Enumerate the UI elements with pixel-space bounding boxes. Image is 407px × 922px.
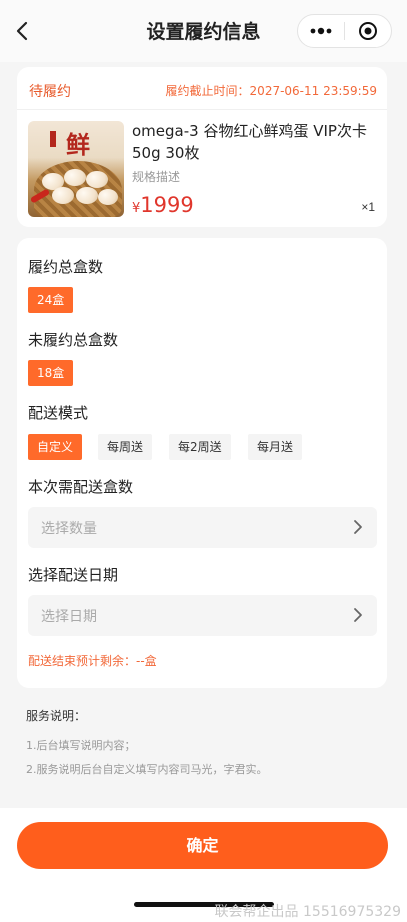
- egg-shape: [64, 169, 86, 186]
- fulfillment-form-card: 履约总盒数 24盒 未履约总盒数 18盒 配送模式 自定义 每周送 每2周送 每…: [17, 238, 387, 688]
- total-boxes-label: 履约总盒数: [28, 258, 104, 276]
- delivery-mode-option-monthly[interactable]: 每月送: [248, 434, 303, 460]
- delivery-mode-option-weekly[interactable]: 每周送: [98, 434, 153, 460]
- navigation-bar: 设置履约信息: [0, 0, 407, 62]
- unfulfilled-boxes-label: 未履约总盒数: [28, 331, 119, 349]
- date-label: 选择配送日期: [28, 566, 119, 584]
- service-title: 服务说明：: [26, 709, 87, 723]
- product-image-text: 鲜: [66, 130, 90, 159]
- product-name: omega-3 谷物红心鲜鸡蛋 VIP次卡 50g 30枚: [132, 122, 367, 162]
- egg-shape: [76, 187, 98, 204]
- seal-stamp: [50, 131, 56, 147]
- remaining-note: 配送结束预计剩余：--盒: [28, 654, 157, 668]
- service-line: 2.服务说明后台自定义填写内容司马光，字君实。: [26, 763, 268, 776]
- more-dots-icon[interactable]: [298, 15, 344, 47]
- quantity-label: 本次需配送盒数: [28, 478, 134, 496]
- product-spec: 规格描述: [132, 170, 181, 184]
- delivery-mode-label: 配送模式: [28, 404, 89, 422]
- unfulfilled-boxes-value: 18盒: [28, 360, 74, 386]
- product-image: 鲜: [28, 121, 124, 217]
- delivery-mode-option-biweekly[interactable]: 每2周送: [169, 434, 231, 460]
- status-badge: 待履约: [29, 84, 71, 100]
- price-value: 1999: [140, 193, 194, 217]
- egg-shape: [52, 187, 74, 204]
- watermark-text: 联会帮企出品 15516975329: [214, 904, 401, 920]
- date-placeholder: 选择日期: [41, 609, 97, 625]
- divider: [17, 109, 387, 110]
- delivery-mode-option-custom[interactable]: 自定义: [28, 434, 83, 460]
- quantity-picker[interactable]: 选择数量: [28, 507, 377, 548]
- deadline-text: 履约截止时间：2027-06-11 23:59:59: [165, 84, 377, 98]
- footer-bar: 确定 联会帮企出品 15516975329: [0, 808, 407, 922]
- quantity-placeholder: 选择数量: [41, 521, 97, 537]
- service-line: 1.后台填写说明内容；: [26, 739, 136, 752]
- order-card: 待履约 履约截止时间：2027-06-11 23:59:59 鲜 omega-3…: [17, 67, 387, 227]
- product-price: ¥1999: [132, 193, 194, 217]
- egg-shape: [86, 171, 108, 188]
- total-boxes-value: 24盒: [28, 287, 74, 313]
- chevron-right-icon: [351, 519, 365, 535]
- product-quantity: ×1: [361, 200, 375, 214]
- mini-program-capsule: [297, 14, 392, 48]
- confirm-button[interactable]: 确定: [17, 822, 388, 869]
- chevron-right-icon: [351, 607, 365, 623]
- date-picker[interactable]: 选择日期: [28, 595, 377, 636]
- target-icon[interactable]: [345, 15, 391, 47]
- egg-shape: [98, 189, 118, 205]
